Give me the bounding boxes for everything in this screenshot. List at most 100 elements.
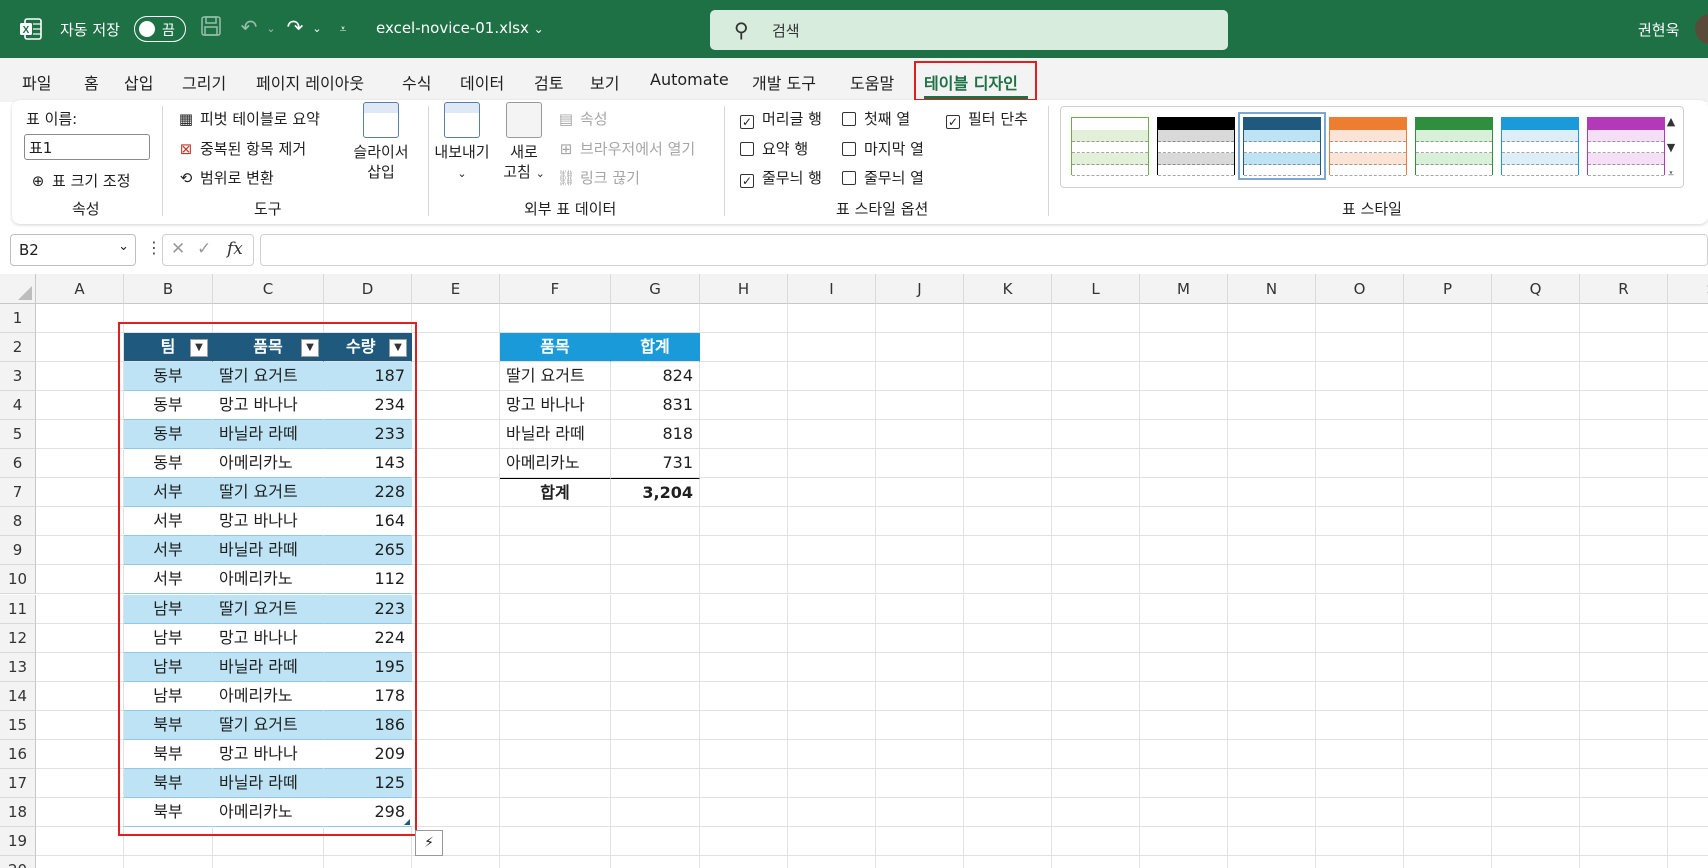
cell-g16[interactable] <box>611 739 700 769</box>
tab-home[interactable]: 홈 <box>84 70 99 94</box>
cell-l1[interactable] <box>1052 304 1140 334</box>
cell-f12[interactable] <box>500 623 611 653</box>
row-header-10[interactable]: 10 <box>0 565 36 595</box>
cell-r13[interactable] <box>1580 652 1668 682</box>
undo-dropdown-icon[interactable]: ⌄ <box>258 22 284 50</box>
column-header-m[interactable]: M <box>1140 274 1228 304</box>
cell-h16[interactable] <box>700 739 788 769</box>
cell-h18[interactable] <box>700 797 788 827</box>
cell-e3[interactable] <box>412 362 500 392</box>
cell-i11[interactable] <box>788 594 876 624</box>
cell-a7[interactable] <box>36 478 124 508</box>
cell-f15[interactable] <box>500 710 611 740</box>
cell-p13[interactable] <box>1404 652 1492 682</box>
cell-a1[interactable] <box>36 304 124 334</box>
cell-i17[interactable] <box>788 768 876 798</box>
cell-q14[interactable] <box>1492 681 1580 711</box>
insert-slicer-button[interactable]: 슬라이서 삽입 <box>342 102 420 182</box>
cell-k2[interactable] <box>964 333 1052 363</box>
cell-a11[interactable] <box>36 594 124 624</box>
cell-k14[interactable] <box>964 681 1052 711</box>
cell-h1[interactable] <box>700 304 788 334</box>
cell-n4[interactable] <box>1228 391 1316 421</box>
cell-p2[interactable] <box>1404 333 1492 363</box>
cell-m20[interactable] <box>1140 855 1228 868</box>
cell-n15[interactable] <box>1228 710 1316 740</box>
cell-o18[interactable] <box>1316 797 1404 827</box>
cell-a3[interactable] <box>36 362 124 392</box>
cell-n19[interactable] <box>1228 826 1316 856</box>
open-in-browser-button[interactable]: ⊞ 브라우저에서 열기 <box>556 138 695 159</box>
cell-k9[interactable] <box>964 536 1052 566</box>
cell-r1[interactable] <box>1580 304 1668 334</box>
cell-l18[interactable] <box>1052 797 1140 827</box>
cell-r5[interactable] <box>1580 420 1668 450</box>
cell-p17[interactable] <box>1404 768 1492 798</box>
cell-o5[interactable] <box>1316 420 1404 450</box>
tab-review[interactable]: 검토 <box>534 70 563 94</box>
cell-g8[interactable] <box>611 507 700 537</box>
cell-h9[interactable] <box>700 536 788 566</box>
cell-o11[interactable] <box>1316 594 1404 624</box>
cell-o20[interactable] <box>1316 855 1404 868</box>
cell-i12[interactable] <box>788 623 876 653</box>
column-header-k[interactable]: K <box>964 274 1052 304</box>
cell-k5[interactable] <box>964 420 1052 450</box>
cell-f17[interactable] <box>500 768 611 798</box>
cell-l4[interactable] <box>1052 391 1140 421</box>
pivot-summary-button[interactable]: ▦ 피벗 테이블로 요약 <box>176 108 320 129</box>
cell-l20[interactable] <box>1052 855 1140 868</box>
cell-h20[interactable] <box>700 855 788 868</box>
cell-g12[interactable] <box>611 623 700 653</box>
cell-m18[interactable] <box>1140 797 1228 827</box>
cell-i3[interactable] <box>788 362 876 392</box>
filter-button-checkbox[interactable]: ✓ 필터 단추 <box>946 108 1028 129</box>
banded-rows-checkbox[interactable]: ✓ 줄무늬 행 <box>740 167 822 188</box>
select-all-corner[interactable] <box>0 274 36 304</box>
convert-to-range-button[interactable]: ⟲ 범위로 변환 <box>176 167 274 188</box>
cell-n16[interactable] <box>1228 739 1316 769</box>
cell-l10[interactable] <box>1052 565 1140 595</box>
cell-l2[interactable] <box>1052 333 1140 363</box>
column-header-c[interactable]: C <box>213 274 324 304</box>
cell-j20[interactable] <box>876 855 964 868</box>
cell-n5[interactable] <box>1228 420 1316 450</box>
cell-a10[interactable] <box>36 565 124 595</box>
cell-j10[interactable] <box>876 565 964 595</box>
cell-i15[interactable] <box>788 710 876 740</box>
cell-a2[interactable] <box>36 333 124 363</box>
cell-e15[interactable] <box>412 710 500 740</box>
cell-p16[interactable] <box>1404 739 1492 769</box>
table-style-swatch[interactable] <box>1501 117 1579 176</box>
cell-m1[interactable] <box>1140 304 1228 334</box>
cell-h14[interactable] <box>700 681 788 711</box>
cell-n20[interactable] <box>1228 855 1316 868</box>
cell-s13[interactable] <box>1668 653 1708 682</box>
formula-input[interactable] <box>260 234 1708 266</box>
cell-s7[interactable] <box>1668 478 1708 508</box>
cell-f10[interactable] <box>500 565 611 595</box>
cell-q6[interactable] <box>1492 449 1580 479</box>
table-style-swatch[interactable] <box>1329 117 1407 176</box>
tab-developer[interactable]: 개발 도구 <box>752 70 816 94</box>
cell-e9[interactable] <box>412 536 500 566</box>
redo-dropdown-icon[interactable]: ⌄ <box>304 22 330 50</box>
gallery-down-icon[interactable]: ▼ <box>1661 135 1681 161</box>
cell-j14[interactable] <box>876 681 964 711</box>
cell-m19[interactable] <box>1140 826 1228 856</box>
cell-m17[interactable] <box>1140 768 1228 798</box>
cell-m4[interactable] <box>1140 391 1228 421</box>
column-header-f[interactable]: F <box>500 274 611 304</box>
cell-j12[interactable] <box>876 623 964 653</box>
row-header-16[interactable]: 16 <box>0 739 36 769</box>
cell-s10[interactable] <box>1668 565 1708 595</box>
cell-i9[interactable] <box>788 536 876 566</box>
cell-m13[interactable] <box>1140 652 1228 682</box>
cell-e20[interactable] <box>412 855 500 868</box>
row-header-6[interactable]: 6 <box>0 449 36 479</box>
name-box[interactable]: B2 ⌄ <box>10 234 136 266</box>
cell-k11[interactable] <box>964 594 1052 624</box>
cell-h15[interactable] <box>700 710 788 740</box>
tab-page-layout[interactable]: 페이지 레이아웃 <box>256 70 364 94</box>
last-column-checkbox[interactable]: 마지막 열 <box>842 138 924 159</box>
